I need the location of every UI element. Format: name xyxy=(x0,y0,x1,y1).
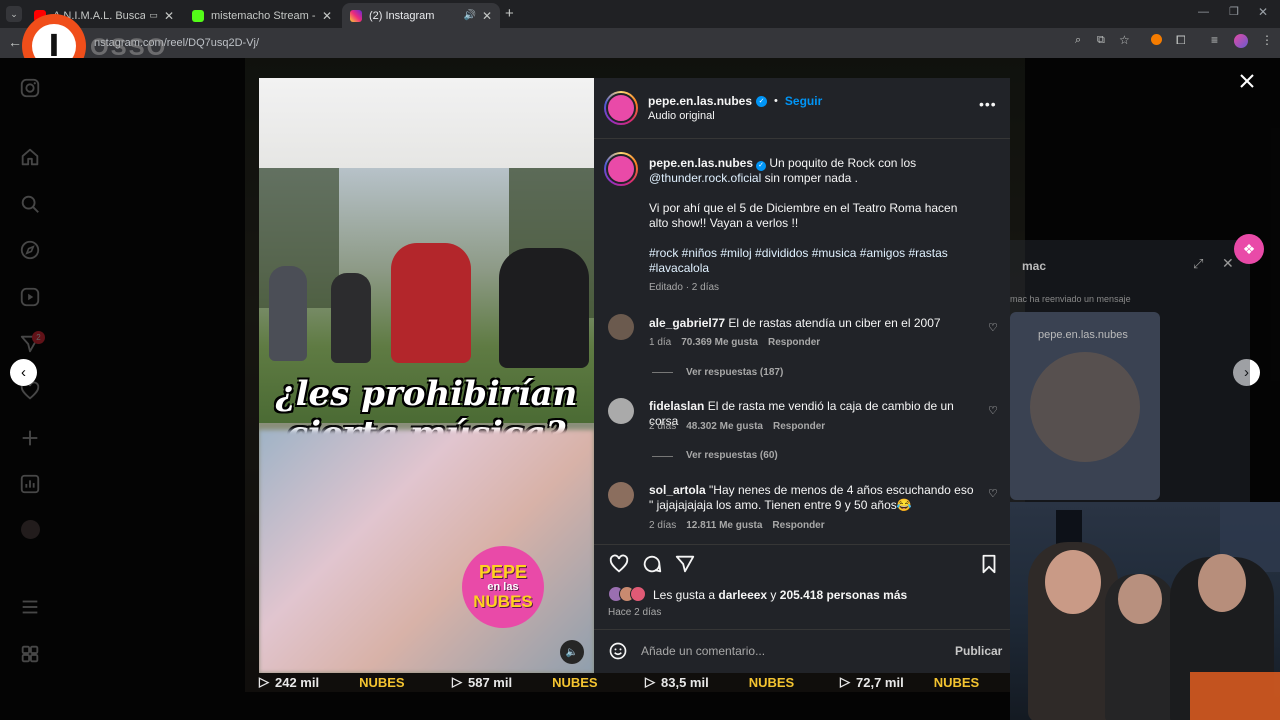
chevron-left-icon: ‹ xyxy=(21,364,26,381)
url-field[interactable]: nstagram.com/reel/DQ7usq2D-Vj/ xyxy=(94,33,1144,53)
browser-tab-bar: ⌄ A.N.I.M.A.L. Buscando Llega ▭ ✕ mistem… xyxy=(0,0,1280,28)
verified-badge-icon: ✓ xyxy=(756,161,767,171)
kick-icon xyxy=(192,9,204,22)
comment-meta: 2 días 48.302 Me gusta Responder xyxy=(649,421,826,432)
minimize-icon[interactable]: — xyxy=(1198,6,1209,18)
caption-username[interactable]: pepe.en.las.nubes xyxy=(649,156,753,170)
speaker-icon[interactable]: 🔊 xyxy=(463,10,475,21)
comment: sol_artola "Hay nenes de menos de 4 años… xyxy=(649,483,974,512)
caption: pepe.en.las.nubes ✓ Un poquito de Rock co… xyxy=(649,156,917,185)
close-window-icon[interactable]: ✕ xyxy=(1258,5,1268,19)
pepe-logo: PEPE en las NUBES xyxy=(462,546,544,628)
new-tab-button[interactable]: + xyxy=(505,5,514,22)
comment-input[interactable]: Añade un comentario... xyxy=(641,644,921,658)
save-bookmark-icon[interactable] xyxy=(978,553,1000,575)
bg-reel-views: ▷ 587 mil NUBES xyxy=(452,674,598,690)
media-control-icon[interactable]: ≡ xyxy=(1211,33,1218,47)
bg-reel-views: ▷ 83,5 mil NUBES xyxy=(645,674,795,690)
speaker-icon: 🔈 xyxy=(565,646,579,658)
comment: ale_gabriel77 El de rastas atendía un ci… xyxy=(649,316,941,330)
back-icon[interactable]: ← xyxy=(8,34,22,50)
author-line: pepe.en.las.nubes ✓ • Seguir xyxy=(648,94,823,108)
profile-avatar[interactable] xyxy=(1234,34,1248,48)
instagram-icon xyxy=(350,9,362,22)
divider xyxy=(652,456,673,457)
comment-bubble-icon[interactable] xyxy=(641,553,663,575)
comment-meta: 1 día 70.369 Me gusta Responder xyxy=(649,337,821,348)
comment-meta: 2 días 12.811 Me gusta Responder xyxy=(649,520,825,531)
likes-summary: Les gusta a darleeex y 205.418 personas … xyxy=(653,588,908,602)
video-question-line1: ¿les prohibirían xyxy=(275,374,578,414)
publish-button[interactable]: Publicar xyxy=(955,644,1002,658)
floating-chat-panel: mac ⤢ ✕ mac ha reenviado un mensaje pepe… xyxy=(1010,240,1250,502)
view-replies-button[interactable]: Ver respuestas (187) xyxy=(686,367,783,378)
verified-badge-icon: ✓ xyxy=(756,95,768,107)
share-send-icon[interactable] xyxy=(674,553,696,575)
comment-avatar[interactable] xyxy=(608,482,634,508)
screen: ⌄ A.N.I.M.A.L. Buscando Llega ▭ ✕ mistem… xyxy=(0,0,1280,720)
restore-icon[interactable]: ❐ xyxy=(1229,5,1239,18)
comment-username[interactable]: fidelaslan xyxy=(649,399,704,413)
chat-title: mac xyxy=(1022,259,1047,273)
divider xyxy=(594,629,1010,630)
chat-toggle-button[interactable]: ❖ xyxy=(1234,234,1264,264)
extensions-puzzle-icon[interactable]: ⧠ xyxy=(1176,33,1186,48)
comment-avatar[interactable] xyxy=(608,398,634,424)
hashtags[interactable]: #rock #niños #miloj #divididos #musica #… xyxy=(649,246,989,261)
close-tab-icon[interactable]: ✕ xyxy=(164,9,174,23)
comment-username[interactable]: ale_gabriel77 xyxy=(649,316,725,330)
tab-search-button[interactable]: ⌄ xyxy=(6,6,22,22)
emoji-icon[interactable] xyxy=(608,641,628,661)
previous-post-button[interactable]: ‹ xyxy=(10,359,37,386)
post-detail-panel: pepe.en.las.nubes ✓ • Seguir Audio origi… xyxy=(594,78,1010,673)
divider xyxy=(652,372,673,373)
likers-avatars xyxy=(608,586,650,602)
browser-menu-icon[interactable]: ⋮ xyxy=(1261,33,1273,47)
more-options-icon[interactable]: ••• xyxy=(979,96,997,112)
close-tab-icon[interactable]: ✕ xyxy=(322,9,332,23)
view-replies-button[interactable]: Ver respuestas (60) xyxy=(686,450,778,461)
comment-like-heart-icon[interactable]: ♡ xyxy=(988,487,998,500)
caption-avatar[interactable] xyxy=(604,152,638,186)
video-top-blur xyxy=(259,78,594,168)
cast-icon: ▭ xyxy=(149,10,158,20)
comment-like-heart-icon[interactable]: ♡ xyxy=(988,321,998,334)
extension-fire-icon[interactable] xyxy=(1151,34,1162,45)
comment-username[interactable]: sol_artola xyxy=(649,483,706,497)
forwarded-reel-preview[interactable]: pepe.en.las.nubes xyxy=(1010,312,1160,500)
like-heart-icon[interactable] xyxy=(608,553,630,575)
comment-like-heart-icon[interactable]: ♡ xyxy=(988,404,998,417)
forwarded-label: mac ha reenviado un mensaje xyxy=(1010,294,1131,304)
tab-instagram[interactable]: (2) Instagram 🔊 ✕ xyxy=(342,3,500,28)
follow-button[interactable]: Seguir xyxy=(785,94,822,108)
audio-label[interactable]: Audio original xyxy=(648,110,715,122)
author-avatar[interactable] xyxy=(604,91,638,125)
mention-link[interactable]: @thunder.rock.oficial xyxy=(649,171,761,185)
caption-meta: Editado · 2 días xyxy=(649,282,720,293)
divider xyxy=(594,544,1010,545)
close-chat-icon[interactable]: ✕ xyxy=(1222,255,1234,272)
post-date: Hace 2 días xyxy=(608,607,662,618)
tab-kick[interactable]: mistemacho Stream - Watch Li ✕ xyxy=(184,3,340,28)
author-username[interactable]: pepe.en.las.nubes xyxy=(648,94,752,108)
bg-reel-views: ▷ 72,7 mil NUBES xyxy=(840,674,980,690)
video-bottom-blur xyxy=(259,430,594,673)
comment-avatar[interactable] xyxy=(608,314,634,340)
webcam-overlay xyxy=(1010,502,1280,720)
close-tab-icon[interactable]: ✕ xyxy=(482,9,492,23)
install-icon[interactable]: ⧉ xyxy=(1097,34,1105,47)
expand-icon[interactable]: ⤢ xyxy=(1193,256,1203,272)
bg-reel-views: ▷ 242 mil NUBES xyxy=(259,674,405,690)
bookmark-star-icon[interactable]: ☆ xyxy=(1119,33,1130,47)
divider xyxy=(594,138,1010,139)
zoom-icon[interactable]: ⌕ xyxy=(1075,34,1081,47)
close-modal-icon[interactable] xyxy=(1238,72,1256,90)
hashtags[interactable]: #lavacalola xyxy=(649,261,709,276)
mute-button[interactable]: 🔈 xyxy=(560,640,584,664)
reel-video[interactable]: ¿les prohibirían cierta música? PEPE en … xyxy=(259,78,594,673)
caption-paragraph: Vi por ahí que el 5 de Diciembre en el T… xyxy=(649,201,958,230)
